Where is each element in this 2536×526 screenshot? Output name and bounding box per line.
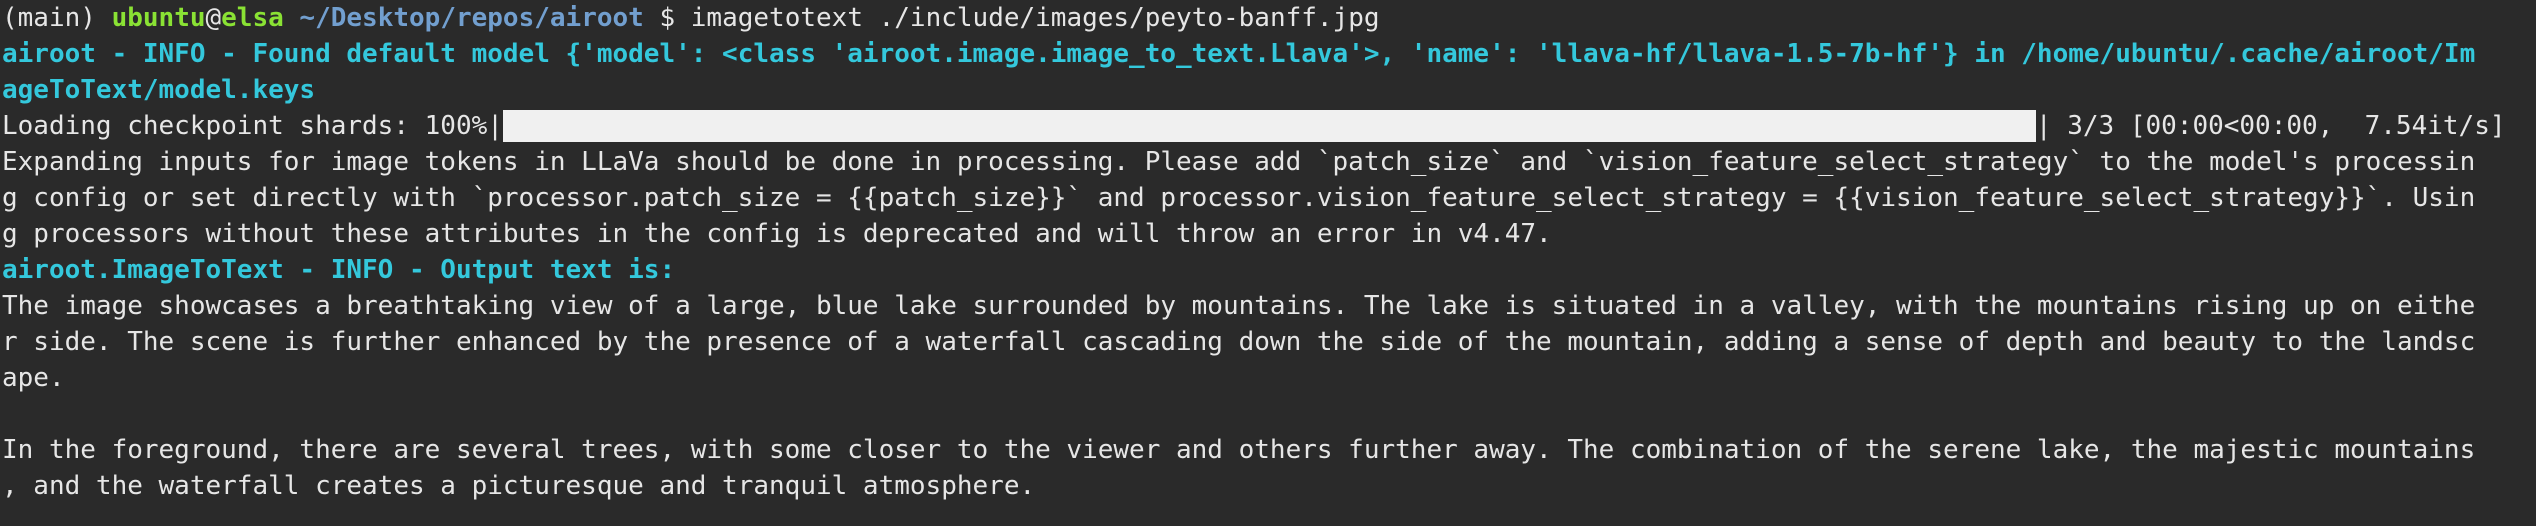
output-line: ape. <box>2 363 65 393</box>
prompt-symbol: $ <box>643 3 691 33</box>
progress-suffix: | 3/3 [00:00<00:00, 7.54it/s] <box>2035 111 2506 141</box>
warning-line: g processors without these attributes in… <box>2 219 1552 249</box>
prompt-user: ubuntu <box>111 3 206 33</box>
output-line: In the foreground, there are several tre… <box>2 435 2476 465</box>
warning-line: Expanding inputs for image tokens in LLa… <box>2 147 2476 177</box>
info-log-line: ageToText/model.keys <box>2 75 316 105</box>
output-line: The image showcases a breathtaking view … <box>2 291 2476 321</box>
progress-label: Loading checkpoint shards: 100%| <box>2 111 503 141</box>
command-text: imagetotext ./include/images/peyto-banff… <box>690 3 1380 33</box>
output-line: , and the waterfall creates a picturesqu… <box>2 471 1036 501</box>
info-log-line: airoot - INFO - Found default model {'mo… <box>2 39 2476 69</box>
prompt-host: elsa <box>221 3 284 33</box>
prompt-path: ~/Desktop/repos/airoot <box>283 3 644 33</box>
prompt-env: (main) <box>2 3 112 33</box>
progress-line: Loading checkpoint shards: 100%| | 3/3 [0… <box>2 108 2536 144</box>
output-header: airoot.ImageToText - INFO - Output text … <box>2 255 676 285</box>
progress-bar <box>502 110 2036 142</box>
prompt-line: (main) ubuntu@elsa ~/Desktop/repos/airoo… <box>2 0 2536 36</box>
warning-line: g config or set directly with `processor… <box>2 183 2476 213</box>
progress-bar-fill <box>502 110 2036 142</box>
prompt-at: @ <box>205 3 222 33</box>
terminal-window[interactable]: (main) ubuntu@elsa ~/Desktop/repos/airoo… <box>0 0 2536 526</box>
output-line: r side. The scene is further enhanced by… <box>2 327 2476 357</box>
